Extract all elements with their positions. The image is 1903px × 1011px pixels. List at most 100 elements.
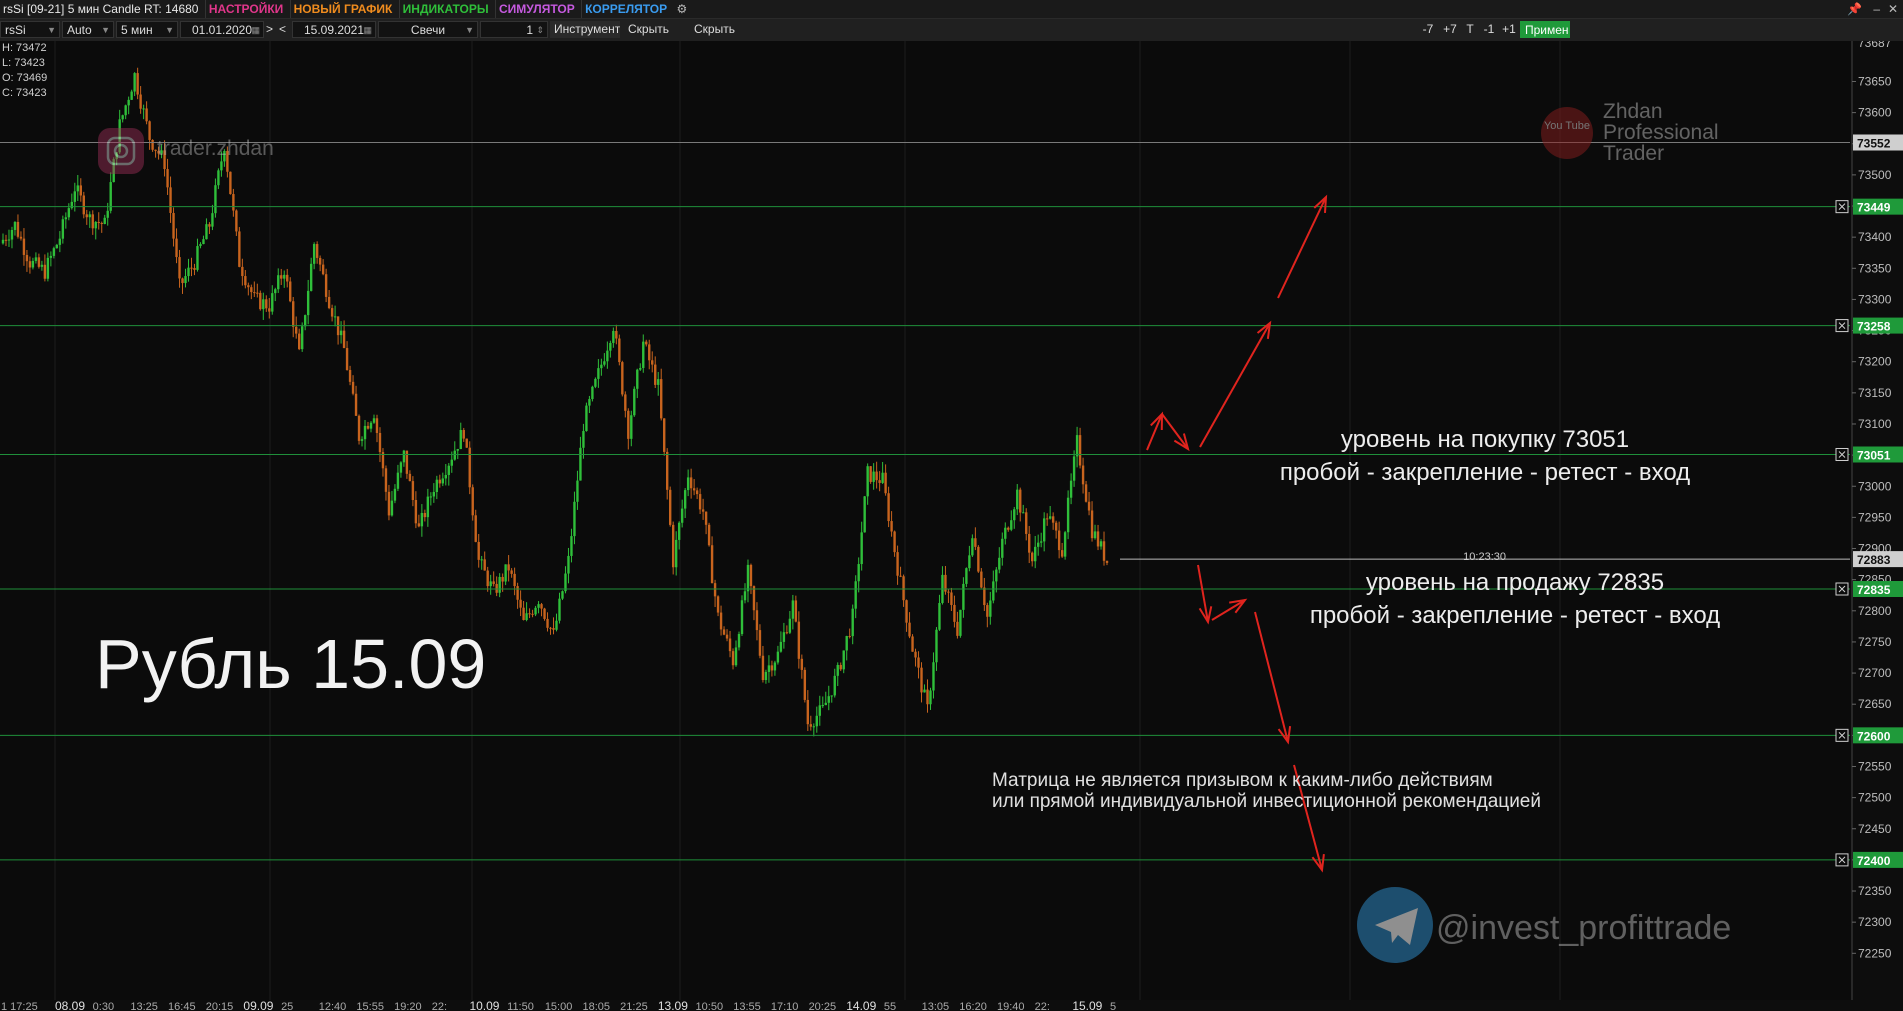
candle-body — [749, 564, 753, 587]
x-tick-label: 16:20 — [959, 1001, 987, 1011]
candle-body — [776, 651, 780, 663]
candle-body — [558, 598, 561, 621]
date-to-input[interactable]: 15.09.2021 ▦ — [292, 21, 376, 38]
disclaimer-line1: Матрица не является призывом к каким-либ… — [992, 770, 1493, 791]
x-tick-label: 19:40 — [997, 1001, 1025, 1011]
candle-body — [363, 425, 367, 440]
candle-body — [797, 621, 801, 659]
date-from-input[interactable]: 01.01.2020 ▦ — [180, 21, 264, 38]
candle-body — [253, 292, 256, 294]
instruments-button[interactable]: Инструменты — [550, 21, 620, 38]
candle-body — [636, 369, 639, 389]
nav-forward-button[interactable]: > — [266, 21, 279, 38]
candle-body — [37, 257, 41, 267]
calendar-icon[interactable]: ▦ — [363, 22, 372, 37]
timeframe-select[interactable]: 5 мин ▼ — [116, 21, 178, 38]
stepper-arrows-icon[interactable]: ⇕ — [536, 22, 544, 37]
menu-correlator[interactable]: КОРРЕЛЯТОР — [581, 0, 670, 18]
candle-body — [52, 248, 56, 256]
hide-lines-button[interactable]: Скрыть линии — [690, 21, 770, 38]
candle-body — [103, 217, 106, 224]
candle-body — [16, 221, 20, 237]
marker-price-badge: 73552 — [1857, 137, 1891, 151]
candle-body — [265, 299, 268, 309]
candle-body — [420, 512, 424, 527]
chart-type-select[interactable]: Свечи ▼ — [378, 21, 478, 38]
candle-body — [989, 600, 992, 617]
y-tick-label: 73150 — [1858, 386, 1892, 400]
x-tick-label: 13.09 — [658, 999, 688, 1011]
x-tick-label: 12:40 — [319, 1001, 347, 1011]
price-chart[interactable]: 72250 72300 72350 72400 72450 72500 72550 72600… — [0, 41, 1903, 1011]
plus7-button[interactable]: +7 — [1440, 21, 1460, 38]
candle-body — [256, 292, 259, 294]
hide-drawings-button[interactable]: Скрыть рис. — [624, 21, 690, 38]
candle-body — [737, 633, 741, 648]
close-icon[interactable]: ✕ — [1885, 0, 1901, 18]
candle-body — [692, 488, 696, 491]
candle-body — [606, 350, 609, 362]
candle-body — [603, 361, 606, 365]
candle-body — [932, 662, 935, 691]
candle-body — [193, 268, 196, 270]
candle-body — [489, 581, 492, 587]
symbol-select[interactable]: rsSi ▼ — [0, 21, 60, 38]
candle-body — [917, 657, 920, 668]
candle-body — [1045, 518, 1049, 520]
candle-body — [408, 473, 412, 482]
ohlc-close: C: 73423 — [2, 87, 47, 99]
candle-body — [567, 555, 570, 574]
candle-body — [863, 496, 866, 533]
buy-method-text: пробой - закрепление - ретест - вход — [1280, 459, 1690, 486]
candle-body — [666, 451, 669, 490]
y-tick-label: 72450 — [1858, 822, 1892, 836]
candle-body — [169, 187, 172, 213]
nav-back-button[interactable]: < — [279, 21, 292, 38]
minus7-button[interactable]: -7 — [1418, 21, 1438, 38]
menu-settings[interactable]: НАСТРОЙКИ — [204, 0, 286, 18]
candle-body — [181, 278, 184, 284]
pin-icon[interactable]: 📌 — [1844, 0, 1865, 18]
candle-body — [250, 287, 253, 293]
menu-indicators[interactable]: ИНДИКАТОРЫ — [398, 0, 492, 18]
candle-body — [79, 185, 82, 196]
menu-new-chart[interactable]: НОВЫЙ ГРАФИК — [289, 0, 396, 18]
y-tick-label: 72750 — [1858, 635, 1892, 649]
candle-body — [1019, 489, 1022, 513]
candle-body — [594, 378, 597, 387]
youtube-badge-text: You Tube — [1544, 120, 1590, 132]
plus1-button[interactable]: +1 — [1500, 21, 1518, 38]
candle-body — [803, 669, 807, 700]
candle-body — [450, 459, 453, 466]
candle-body — [683, 490, 687, 509]
apply-button[interactable]: Примени — [1520, 21, 1570, 38]
candle-body — [998, 557, 1001, 570]
minimize-icon[interactable]: ‒ — [1870, 0, 1883, 18]
level-badge: 73051 — [1857, 448, 1891, 462]
candle-body — [459, 430, 462, 450]
candle-body — [13, 221, 17, 230]
minus1-button[interactable]: -1 — [1480, 21, 1498, 38]
candle-body — [465, 438, 468, 448]
gears-icon[interactable]: ⚙ — [674, 0, 691, 18]
candle-body — [456, 449, 459, 451]
candle-body — [624, 394, 627, 411]
candle-body — [432, 492, 436, 497]
scale-select[interactable]: Auto ▼ — [62, 21, 114, 38]
candle-body — [1078, 435, 1082, 466]
candle-body — [899, 575, 902, 577]
calendar-icon[interactable]: ▦ — [251, 22, 260, 37]
candle-body — [483, 559, 486, 571]
candle-body — [330, 308, 334, 317]
t-button[interactable]: T — [1462, 21, 1478, 38]
count-stepper[interactable]: 1 ⇕ — [480, 21, 548, 38]
menu-simulator[interactable]: СИМУЛЯТОР — [495, 0, 578, 18]
candle-body — [378, 432, 382, 453]
candle-body — [767, 665, 771, 672]
candle-body — [247, 285, 250, 288]
candle-body — [893, 531, 896, 553]
x-tick-label: 10.09 — [469, 999, 499, 1011]
candle-body — [495, 583, 498, 593]
x-tick-label: 15:00 — [545, 1001, 573, 1011]
candle-body — [444, 474, 447, 479]
